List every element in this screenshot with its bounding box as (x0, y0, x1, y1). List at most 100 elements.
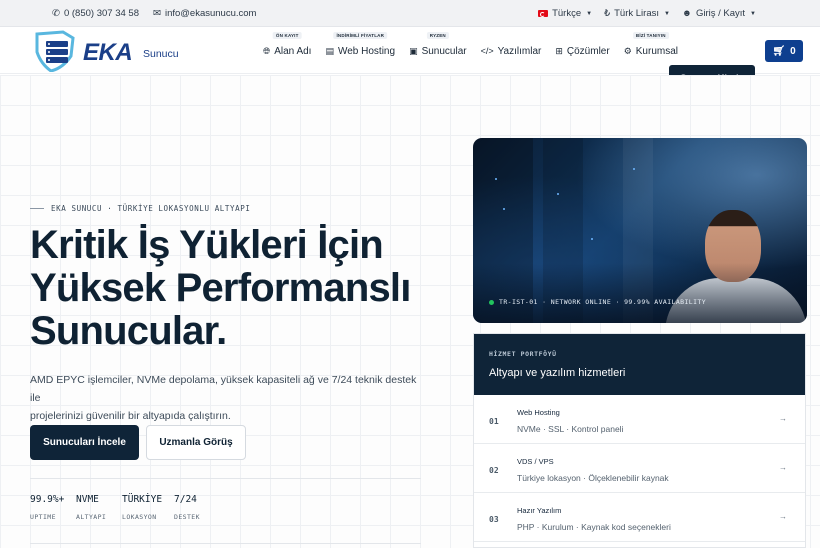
site-logo[interactable]: EKA Sunucu (33, 30, 183, 73)
nav-badge: İNDİRİMLİ FİYATLAR (333, 32, 388, 39)
hero-headline: Kritik İş Yükleri İçin Yüksek Performans… (30, 224, 450, 353)
phone-text: 0 (850) 307 34 58 (63, 8, 139, 19)
service-subtitle: PHP · Kurulum · Kaynak kod seçenekleri (517, 522, 671, 532)
portfolio-eyebrow: HİZMET PORTFÖYÜ (489, 350, 557, 358)
stat-label: LOKASYON (122, 513, 157, 521)
hero-stats: 99.9%+ UPTIME NVME ALTYAPI TÜRKİYE LOKAS… (30, 494, 220, 521)
grid-icon: ⊞ (555, 45, 563, 56)
account-label: Giriş / Kayıt (695, 8, 746, 19)
nav-menu: ÖN KAYIT 🌐︎ Alan Adı İNDİRİMLİ FİYATLAR … (263, 27, 692, 74)
nav-label: Yazılımlar (497, 45, 542, 57)
status-text: TR-IST-01 · NETWORK ONLINE · 99.99% AVAI… (499, 298, 707, 306)
caret-down-icon: ▼ (750, 10, 756, 17)
datacenter-photo: TR-IST-01 · NETWORK ONLINE · 99.99% AVAI… (473, 138, 807, 323)
talk-to-expert-button[interactable]: Uzmanla Görüş (146, 425, 246, 460)
globe-icon: 🌐︎ (263, 45, 271, 56)
stat-value: TÜRKİYE (122, 494, 163, 505)
desc-line-2: projelerinizi güvenilir bir altyapıda ça… (30, 410, 231, 422)
code-icon: </> (480, 46, 494, 56)
caret-down-icon: ▼ (586, 10, 593, 17)
cart-count: 0 (790, 45, 796, 57)
server-icon: ▤ (325, 45, 334, 56)
headline-line-3: Sunucular. (30, 309, 227, 353)
service-number: 02 (489, 466, 499, 475)
turkey-flag-icon (538, 10, 549, 17)
nav-item-web-hosting[interactable]: İNDİRİMLİ FİYATLAR ▤ Web Hosting (325, 27, 395, 74)
service-subtitle: Türkiye lokasyon · Ölçeklenebilir kaynak (517, 473, 669, 483)
cpu-icon: ▣ (409, 45, 418, 56)
service-name: Web Hosting (517, 408, 560, 417)
eyebrow-line (30, 208, 44, 209)
network-status: TR-IST-01 · NETWORK ONLINE · 99.99% AVAI… (489, 298, 706, 306)
service-row-hazir-yazilim[interactable]: 03 Hazır Yazılım PHP · Kurulum · Kaynak … (474, 493, 805, 542)
main-navbar: EKA Sunucu ÖN KAYIT 🌐︎ Alan Adı İNDİRİML… (0, 27, 820, 91)
lira-icon: ₺ (604, 8, 611, 19)
email-text: info@ekasunucu.com (164, 8, 257, 19)
phone-link[interactable]: ✆ 0 (850) 307 34 58 (52, 8, 139, 19)
stat-location: TÜRKİYE LOKASYON (122, 494, 174, 521)
arrow-right-icon: → (779, 463, 787, 472)
nav-item-yazilimlar[interactable]: </> Yazılımlar (481, 27, 542, 74)
eyebrow-text: EKA SUNUCU · TÜRKİYE LOKASYONLU ALTYAPI (51, 204, 251, 213)
stat-label: DESTEK (174, 513, 200, 521)
stat-value: 7/24 (174, 494, 197, 505)
stat-label: ALTYAPI (76, 513, 107, 521)
service-name: VDS / VPS (517, 457, 554, 466)
nav-label: Alan Adı (274, 45, 312, 57)
top-bar: ✆ 0 (850) 307 34 58 ✉ info@ekasunucu.com… (0, 0, 820, 27)
service-number: 03 (489, 515, 499, 524)
logo-wordmark: EKA (83, 39, 133, 66)
service-portfolio: HİZMET PORTFÖYÜ Altyapı ve yazılım hizme… (473, 333, 806, 548)
nav-label: Kurumsal (635, 45, 679, 57)
language-dropdown[interactable]: Türkçe ▼ (538, 8, 592, 19)
mail-icon: ✉ (152, 8, 161, 19)
cart-button[interactable]: 🛒︎ 0 (765, 40, 803, 62)
stats-divider (30, 478, 421, 479)
hero-eyebrow: EKA SUNUCU · TÜRKİYE LOKASYONLU ALTYAPI (30, 204, 251, 213)
portfolio-title: Altyapı ve yazılım hizmetleri (489, 367, 626, 379)
nav-badge: RYZEN (426, 32, 449, 39)
account-dropdown[interactable]: ☻ Giriş / Kayıt ▼ (682, 8, 756, 19)
nav-badge: BİZİ TANIYIN (632, 32, 669, 39)
service-row-vds-vps[interactable]: 02 VDS / VPS Türkiye lokasyon · Ölçeklen… (474, 444, 805, 493)
service-row-web-hosting[interactable]: 01 Web Hosting NVMe · SSL · Kontrol pane… (474, 395, 805, 444)
service-name: Hazır Yazılım (517, 506, 562, 515)
shield-server-icon (35, 30, 75, 73)
nav-item-alan-adi[interactable]: ÖN KAYIT 🌐︎ Alan Adı (263, 27, 311, 74)
arrow-right-icon: → (779, 414, 787, 423)
nav-badge: ÖN KAYIT (272, 32, 302, 39)
hero-description: AMD EPYC işlemciler, NVMe depolama, yüks… (30, 371, 420, 425)
photo-gradient (473, 263, 807, 323)
stat-infrastructure: NVME ALTYAPI (76, 494, 122, 521)
language-label: Türkçe (552, 8, 582, 19)
headline-line-1: Kritik İş Yükleri İçin (30, 223, 384, 267)
user-icon: ☻ (681, 8, 692, 19)
nav-item-cozumler[interactable]: ⊞ Çözümler (555, 27, 609, 74)
stats-divider-bottom (30, 543, 421, 544)
phone-icon: ✆ (52, 8, 60, 19)
headline-line-2: Yüksek Performanslı (30, 266, 411, 310)
service-number: 01 (489, 417, 499, 426)
building-icon: ⚙ (623, 45, 632, 56)
basket-icon: 🛒︎ (772, 45, 786, 57)
stat-support: 7/24 DESTEK (174, 494, 220, 521)
caret-down-icon: ▼ (664, 10, 670, 17)
email-link[interactable]: ✉ info@ekasunucu.com (153, 8, 256, 19)
stat-uptime: 99.9%+ UPTIME (30, 494, 76, 521)
nav-item-sunucular[interactable]: RYZEN ▣ Sunucular (409, 27, 467, 74)
stat-label: UPTIME (30, 513, 56, 521)
nav-label: Çözümler (566, 45, 610, 57)
nav-label: Sunucular (421, 45, 467, 57)
currency-label: Türk Lirası (614, 8, 659, 19)
logo-subtitle: Sunucu (143, 48, 179, 60)
browse-servers-button[interactable]: Sunucuları İncele (30, 425, 139, 460)
arrow-right-icon: → (779, 512, 787, 521)
portfolio-header: HİZMET PORTFÖYÜ Altyapı ve yazılım hizme… (474, 334, 805, 395)
stat-value: NVME (76, 494, 99, 505)
service-subtitle: NVMe · SSL · Kontrol paneli (517, 424, 624, 434)
desc-line-1: AMD EPYC işlemciler, NVMe depolama, yüks… (30, 374, 417, 404)
online-dot-icon (489, 299, 494, 305)
stat-value: 99.9%+ (30, 494, 65, 505)
currency-dropdown[interactable]: ₺ Türk Lirası ▼ (604, 8, 670, 19)
nav-label: Web Hosting (337, 45, 396, 57)
